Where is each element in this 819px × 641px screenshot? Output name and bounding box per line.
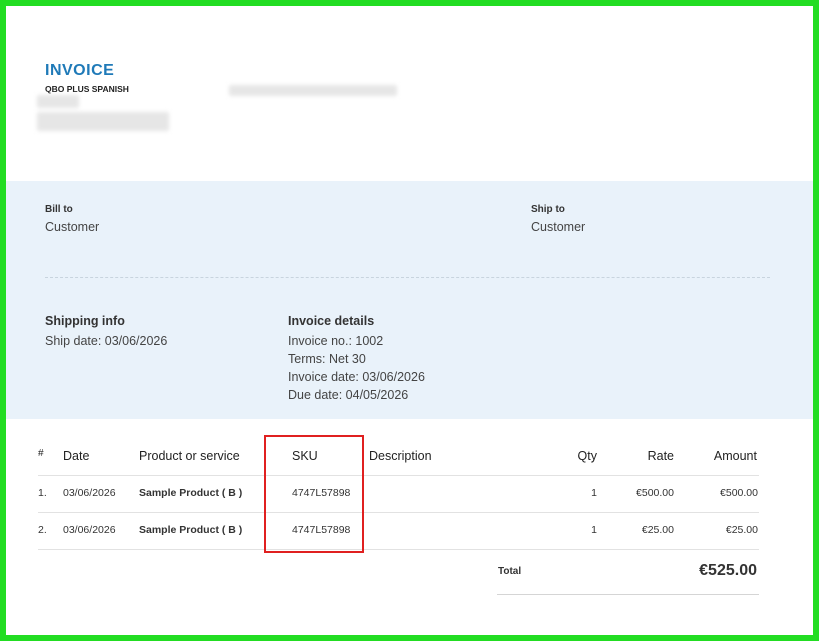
sku-highlight-box bbox=[264, 435, 364, 553]
header-rule bbox=[38, 475, 759, 476]
invoice-frame: INVOICE QBO PLUS SPANISH Bill to Custome… bbox=[0, 0, 819, 641]
invoice-number: Invoice no.: 1002 bbox=[288, 334, 384, 348]
redacted-address bbox=[229, 85, 397, 96]
ship-to-value: Customer bbox=[531, 220, 586, 234]
details-band: Bill to Customer Ship to Customer Shippi… bbox=[6, 181, 813, 419]
col-qty: Qty bbox=[577, 449, 597, 463]
section-divider bbox=[45, 277, 770, 278]
row-num: 1. bbox=[38, 487, 47, 499]
due-date: Due date: 04/05/2026 bbox=[288, 388, 409, 402]
row-rate: €500.00 bbox=[636, 487, 674, 499]
company-name: QBO PLUS SPANISH bbox=[45, 84, 129, 94]
col-num: # bbox=[38, 448, 44, 459]
ship-to-label: Ship to bbox=[531, 204, 565, 215]
invoice-terms: Terms: Net 30 bbox=[288, 352, 366, 366]
invoice-date: Invoice date: 03/06/2026 bbox=[288, 370, 425, 384]
row-date: 03/06/2026 bbox=[63, 524, 116, 536]
shipping-info-label: Shipping info bbox=[45, 314, 125, 328]
col-amount: Amount bbox=[713, 449, 757, 463]
redacted-contact-2 bbox=[37, 112, 169, 131]
col-date: Date bbox=[63, 449, 90, 463]
invoice-title: INVOICE bbox=[45, 62, 115, 79]
row-qty: 1 bbox=[591, 524, 597, 536]
redacted-contact bbox=[37, 95, 79, 108]
col-description: Description bbox=[369, 449, 432, 463]
ship-date: Ship date: 03/06/2026 bbox=[45, 334, 168, 348]
row-amount: €25.00 bbox=[725, 524, 758, 536]
invoice-details-label: Invoice details bbox=[288, 314, 375, 328]
row-num: 2. bbox=[38, 524, 47, 536]
row-date: 03/06/2026 bbox=[63, 487, 116, 499]
total-amount: €525.00 bbox=[699, 562, 757, 579]
row-product: Sample Product ( B ) bbox=[139, 524, 243, 536]
row-rule bbox=[38, 512, 759, 513]
col-product: Product or service bbox=[139, 449, 240, 463]
total-rule bbox=[497, 594, 759, 595]
col-rate: Rate bbox=[647, 449, 674, 463]
total-label: Total bbox=[498, 566, 522, 577]
row-rule bbox=[38, 549, 759, 550]
row-amount: €500.00 bbox=[720, 487, 758, 499]
bill-to-value: Customer bbox=[45, 220, 100, 234]
row-qty: 1 bbox=[591, 487, 597, 499]
row-rate: €25.00 bbox=[641, 524, 674, 536]
row-product: Sample Product ( B ) bbox=[139, 487, 243, 499]
bill-to-label: Bill to bbox=[45, 204, 73, 215]
